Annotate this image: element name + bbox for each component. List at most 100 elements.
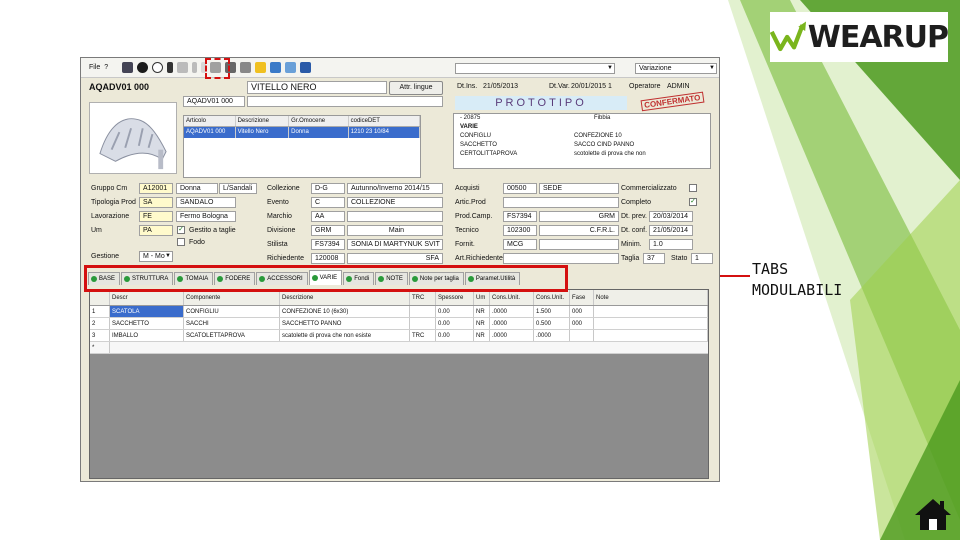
table-cell[interactable] [410, 318, 436, 329]
field-value[interactable]: A12001 [139, 183, 173, 194]
table-cell[interactable]: 0.00 [436, 330, 474, 341]
description-field[interactable]: VITELLO NERO [247, 81, 387, 94]
field-value[interactable]: GRM [311, 225, 345, 236]
undo-icon[interactable] [167, 62, 174, 73]
menu-help[interactable]: ? [104, 64, 108, 71]
table-cell[interactable]: SACCHETTO [110, 318, 184, 329]
tab-note[interactable]: NOTE [375, 272, 408, 285]
checkbox-icon[interactable] [177, 238, 185, 246]
field-extra[interactable]: COLLEZIONE [347, 197, 443, 208]
field-extra[interactable]: Autunno/Inverno 2014/15 [347, 183, 443, 194]
table-cell[interactable]: 0.00 [436, 318, 474, 329]
col-header[interactable]: codiceDET [349, 116, 420, 126]
field-value[interactable]: PA [139, 225, 173, 236]
field-value[interactable]: 1.0 [649, 239, 693, 250]
field-value[interactable] [503, 197, 619, 208]
checkbox-icon[interactable]: ✓ [177, 226, 185, 234]
language-attributes-button[interactable]: Attr. lingue [389, 81, 443, 95]
tab-base[interactable]: BASE [88, 272, 121, 285]
checkbox-icon[interactable] [689, 184, 697, 192]
table-cell[interactable]: .0000 [490, 306, 534, 317]
sub-description-field[interactable] [247, 96, 443, 107]
col-header[interactable]: Descrizione [280, 290, 410, 305]
col-header[interactable]: Componente [184, 290, 280, 305]
folder-icon[interactable] [255, 62, 267, 73]
table-cell[interactable]: TRC [410, 330, 436, 341]
field-extra[interactable]: SEDE [539, 183, 619, 194]
col-header[interactable]: Cons.Unit. [490, 290, 534, 305]
table-cell[interactable]: NR [474, 330, 490, 341]
field-value[interactable]: FS7394 [311, 239, 345, 250]
table-cell[interactable]: IMBALLO [110, 330, 184, 341]
copy-icon[interactable] [177, 62, 189, 73]
field-value[interactable]: SA [139, 197, 173, 208]
tab-note-per-taglia[interactable]: Note per taglia [408, 272, 464, 285]
table-cell[interactable]: CONFIGLIU [184, 306, 280, 317]
gestione-select[interactable]: M - Mo ▼ [139, 251, 173, 262]
field-value[interactable]: C [311, 197, 345, 208]
field-extra[interactable] [539, 239, 619, 250]
field-extra[interactable]: Fermo Bologna [176, 211, 236, 222]
table-row[interactable]: 3 IMBALLO SCATOLETTAPROVA scatolette di … [90, 330, 708, 342]
table-cell[interactable]: 000 [570, 318, 594, 329]
field-extra[interactable]: SONIA DI MARTYNUK SVIT [347, 239, 443, 250]
tab-fodere[interactable]: FODERE [214, 272, 256, 285]
table-cell[interactable]: NR [474, 318, 490, 329]
table-cell[interactable]: .0000 [490, 318, 534, 329]
table-cell[interactable]: NR [474, 306, 490, 317]
table-cell[interactable]: .0000 [490, 330, 534, 341]
col-header[interactable]: Cons.Unit. [534, 290, 570, 305]
field-value[interactable]: 21/05/2014 [649, 225, 693, 236]
field-value[interactable]: 37 [643, 253, 665, 264]
variation-select[interactable]: Variazione ▼ [635, 63, 717, 74]
table-cell[interactable]: CONFEZIONE 10 (6x30) [280, 306, 410, 317]
col-header[interactable]: Note [594, 290, 708, 305]
print-icon[interactable] [122, 62, 134, 73]
field-extra[interactable]: SFA [347, 253, 443, 264]
field-extra[interactable] [347, 211, 443, 222]
field-extra[interactable]: SANDALO [176, 197, 236, 208]
home-icon[interactable] [912, 496, 954, 532]
col-header[interactable]: Spessore [436, 290, 474, 305]
table-cell[interactable]: SCATOLETTAPROVA [184, 330, 280, 341]
table-cell[interactable] [594, 330, 708, 341]
field-extra[interactable]: Donna [176, 183, 218, 194]
tab-struttura[interactable]: STRUTTURA [121, 272, 174, 285]
field-extra[interactable]: Main [347, 225, 443, 236]
new-row[interactable]: * [90, 342, 708, 354]
tab-accessori[interactable]: ACCESSORI [256, 272, 308, 285]
table-cell[interactable]: SACCHI [184, 318, 280, 329]
checkbox-icon[interactable]: ✓ [689, 198, 697, 206]
preview-icon[interactable] [300, 62, 312, 73]
col-header[interactable]: Um [474, 290, 490, 305]
col-header[interactable] [90, 290, 110, 305]
field-value[interactable]: 1 [691, 253, 713, 264]
record-select[interactable]: ▼ [455, 63, 615, 74]
col-header[interactable]: TRC [410, 290, 436, 305]
tab-parametri[interactable]: Paramet.Utilità [464, 272, 521, 285]
field-extra[interactable]: GRM [539, 211, 619, 222]
tab-tomaia[interactable]: TOMAIA [174, 272, 214, 285]
table-cell[interactable]: .0000 [534, 330, 570, 341]
table-cell[interactable]: SACCHETTO PANNO [280, 318, 410, 329]
col-header[interactable]: Articolo [184, 116, 236, 126]
field-value[interactable]: 102300 [503, 225, 537, 236]
table-cell[interactable] [570, 330, 594, 341]
field-value[interactable]: 00500 [503, 183, 537, 194]
table-cell[interactable]: scatolette di prova che non esiste [280, 330, 410, 341]
tree-item[interactable]: VARIE [454, 123, 710, 132]
search-icon[interactable] [240, 62, 252, 73]
table-row[interactable]: 1 SCATOLA CONFIGLIU CONFEZIONE 10 (6x30)… [90, 306, 708, 318]
col-header[interactable]: Fase [570, 290, 594, 305]
field-value[interactable]: MCG [503, 239, 537, 250]
field-value[interactable]: D-G [311, 183, 345, 194]
table-cell[interactable]: SCATOLA [110, 306, 184, 317]
field-value[interactable]: 20/03/2014 [649, 211, 693, 222]
field-extra[interactable]: L/Sandali [219, 183, 257, 194]
tree-item[interactable]: - 20875 [454, 114, 710, 123]
field-value[interactable]: 120008 [311, 253, 345, 264]
col-header[interactable]: Descr [110, 290, 184, 305]
check-icon[interactable] [137, 62, 149, 73]
col-header[interactable]: Descrizione [236, 116, 290, 126]
table-cell[interactable] [594, 318, 708, 329]
